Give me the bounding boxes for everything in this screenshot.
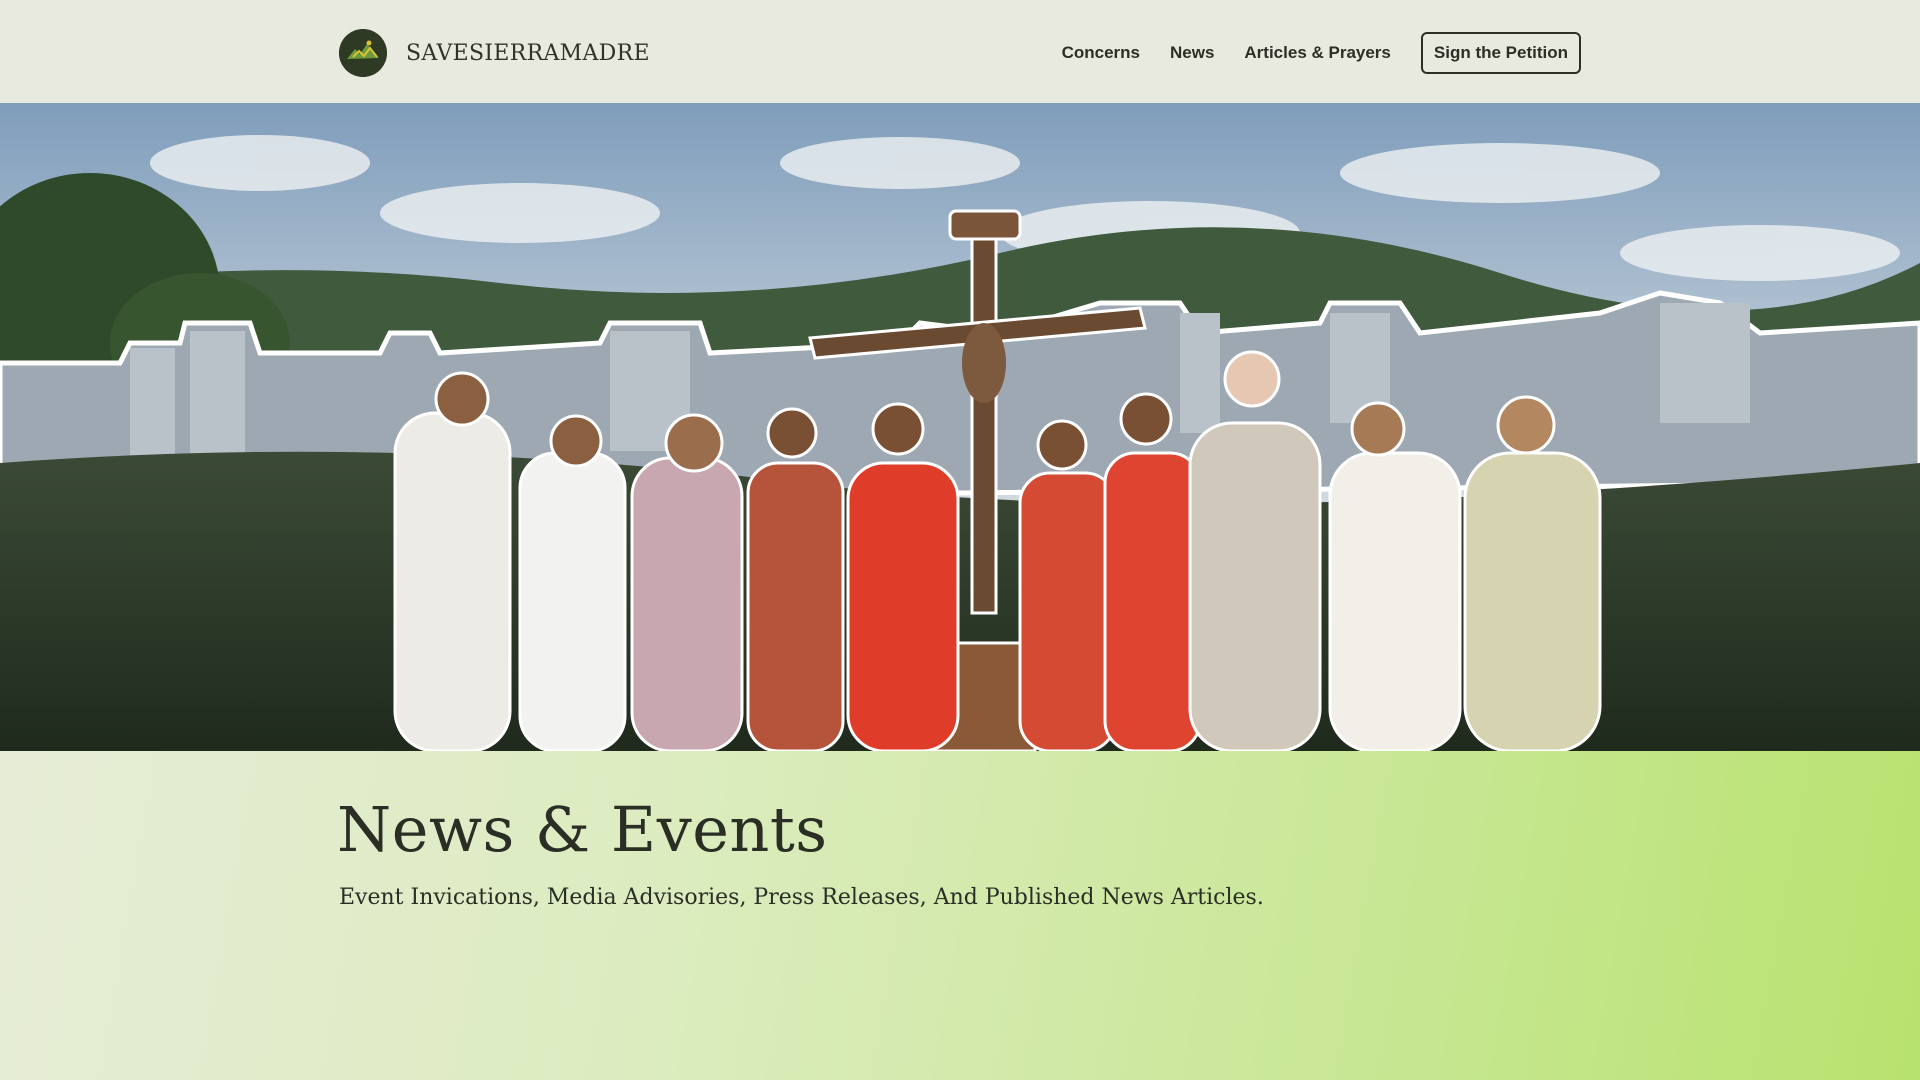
nav-news[interactable]: News — [1170, 43, 1214, 63]
brand-name: SAVESIERRAMADRE — [406, 40, 650, 66]
brand-link[interactable]: SAVESIERRAMADRE — [339, 29, 650, 77]
page-subtitle: Event Invications, Media Advisories, Pre… — [339, 885, 1264, 910]
page-title: News & Events — [337, 793, 828, 866]
hero-image — [0, 103, 1920, 751]
nav-articles-prayers[interactable]: Articles & Prayers — [1244, 43, 1390, 63]
sign-petition-button[interactable]: Sign the Petition — [1420, 32, 1581, 74]
site-header: SAVESIERRAMADRE Concerns News Articles &… — [0, 0, 1920, 103]
main-nav: Concerns News Articles & Prayers Sign th… — [1062, 32, 1581, 74]
nav-concerns[interactable]: Concerns — [1062, 43, 1140, 63]
mountain-logo-icon — [339, 29, 387, 77]
news-events-section: News & Events Event Invications, Media A… — [0, 751, 1920, 1080]
hero-banner — [0, 103, 1920, 751]
